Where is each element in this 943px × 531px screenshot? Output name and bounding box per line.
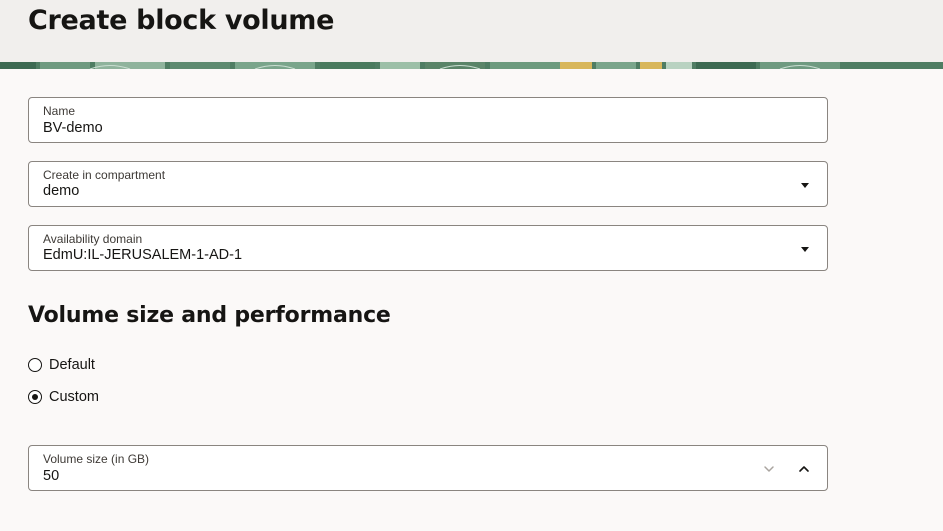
page-title: Create block volume: [28, 5, 335, 36]
compartment-select-label: Create in compartment: [43, 168, 166, 182]
radio-custom-label: Custom: [49, 389, 99, 405]
compartment-select[interactable]: Create in compartment demo: [28, 161, 828, 207]
radio-custom[interactable]: Custom: [28, 387, 99, 407]
banner-pattern-icon: [0, 62, 943, 69]
radio-custom-button[interactable]: [28, 390, 42, 404]
chevron-up-icon: [799, 466, 809, 472]
availability-domain-select[interactable]: Availability domain EdmU:IL-JERUSALEM-1-…: [28, 225, 828, 271]
volume-size-input[interactable]: [42, 466, 722, 486]
section-title: Volume size and performance: [28, 303, 391, 328]
availability-domain-label: Availability domain: [43, 232, 143, 246]
page-header: Create block volume: [0, 0, 943, 62]
volume-size-stepper[interactable]: Volume size (in GB): [28, 445, 828, 491]
radio-default-button[interactable]: [28, 358, 42, 372]
caret-down-icon[interactable]: [800, 180, 810, 190]
name-field-label: Name: [43, 104, 76, 118]
decrement-button[interactable]: [759, 459, 779, 479]
radio-default[interactable]: Default: [28, 355, 95, 375]
name-field[interactable]: Name: [28, 97, 828, 143]
increment-button[interactable]: [794, 459, 814, 479]
chevron-down-icon: [764, 466, 774, 472]
compartment-select-value: demo: [43, 183, 80, 199]
availability-domain-value: EdmU:IL-JERUSALEM-1-AD-1: [43, 247, 243, 263]
name-input[interactable]: [42, 118, 742, 138]
caret-down-icon[interactable]: [800, 244, 810, 254]
radio-default-label: Default: [49, 357, 95, 373]
decorative-banner: [0, 62, 943, 69]
volume-size-label: Volume size (in GB): [43, 452, 150, 466]
